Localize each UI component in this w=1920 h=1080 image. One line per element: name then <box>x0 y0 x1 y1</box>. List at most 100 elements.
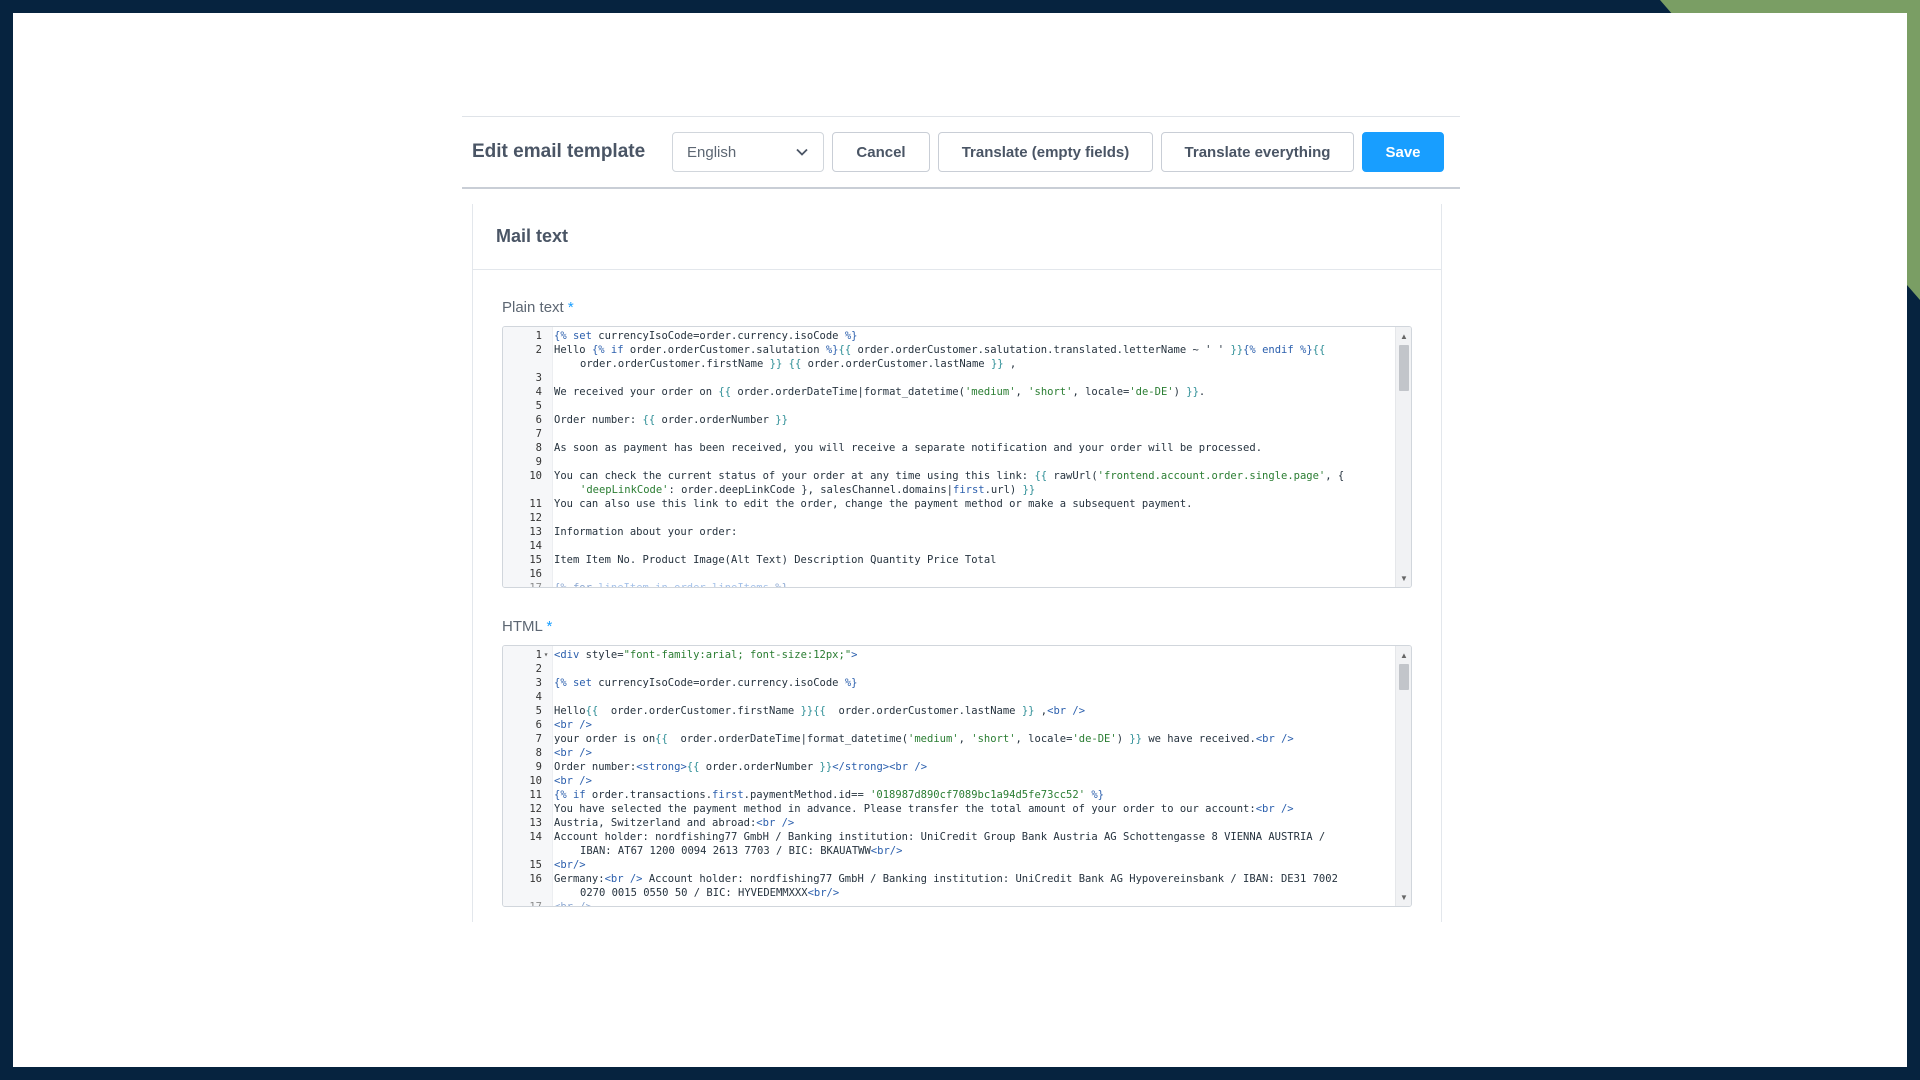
line-text[interactable]: You can also use this link to edit the o… <box>550 497 1393 511</box>
plain-text-code[interactable]: 1 {% set currencyIsoCode=order.currency.i… <box>503 329 1393 587</box>
code-line[interactable]: 5 <box>503 399 1393 413</box>
code-line[interactable]: 13 Information about your order: <box>503 525 1393 539</box>
code-token: order.orderCustomer.lastName <box>825 705 1022 717</box>
code-line[interactable]: 17 <br /> <box>503 900 1393 906</box>
code-line[interactable]: 9 Order number:<strong>{{ order.orderNumb… <box>503 760 1393 774</box>
code-line[interactable]: 2 Hello {% if order.orderCustomer.salutat… <box>503 343 1393 357</box>
code-line[interactable]: 5 Hello{{ order.orderCustomer.firstName }… <box>503 704 1393 718</box>
line-text[interactable]: 0270 0015 0550 50 / BIC: HYVEDEMMXXX<br/… <box>550 886 1393 900</box>
line-text[interactable]: Germany:<br /> Account holder: nordfishi… <box>550 872 1393 886</box>
code-line[interactable]: 16 <box>503 567 1393 581</box>
code-token: <div <box>554 649 580 661</box>
line-text[interactable] <box>550 662 1393 676</box>
line-text[interactable]: <br /> <box>550 900 1393 906</box>
code-line[interactable]: 0270 0015 0550 50 / BIC: HYVEDEMMXXX<br/… <box>503 886 1393 900</box>
plain-text-editor[interactable]: 1 {% set currencyIsoCode=order.currency.i… <box>502 326 1412 588</box>
code-line[interactable]: 16 Germany:<br /> Account holder: nordfis… <box>503 872 1393 886</box>
code-line[interactable]: 1 {% set currencyIsoCode=order.currency.i… <box>503 329 1393 343</box>
line-text[interactable]: Order number: {{ order.orderNumber }} <box>550 413 1393 427</box>
translate-empty-fields-button[interactable]: Translate (empty fields) <box>938 132 1153 172</box>
code-line[interactable]: 12 <box>503 511 1393 525</box>
scrollbar-thumb[interactable] <box>1399 345 1409 391</box>
html-scrollbar[interactable]: ▲ ▼ <box>1395 646 1411 906</box>
code-line[interactable]: 8 <br /> <box>503 746 1393 760</box>
line-text[interactable]: You can check the current status of your… <box>550 469 1393 483</box>
code-line[interactable]: 6 Order number: {{ order.orderNumber }} <box>503 413 1393 427</box>
code-line[interactable]: IBAN: AT67 1200 0094 2613 7703 / BIC: BK… <box>503 844 1393 858</box>
line-text[interactable]: Account holder: nordfishing77 GmbH / Ban… <box>550 830 1393 844</box>
code-line[interactable]: 10 <br /> <box>503 774 1393 788</box>
code-line[interactable]: 3 {% set currencyIsoCode=order.currency.i… <box>503 676 1393 690</box>
code-line[interactable]: 1 ▾ <div style="font-family:arial; font-si… <box>503 648 1393 662</box>
line-text[interactable] <box>550 455 1393 469</box>
code-line[interactable]: 13 Austria, Switzerland and abroad:<br /> <box>503 816 1393 830</box>
line-text[interactable]: your order is on{{ order.orderDateTime|f… <box>550 732 1393 746</box>
code-token: }} <box>819 761 833 773</box>
code-line[interactable]: 15 <br/> <box>503 858 1393 872</box>
html-code[interactable]: 1 ▾ <div style="font-family:arial; font-si… <box>503 648 1393 906</box>
code-line[interactable]: 'deepLinkCode': order.deepLinkCode }, sa… <box>503 483 1393 497</box>
line-text[interactable] <box>550 371 1393 385</box>
line-text[interactable]: {% set currencyIsoCode=order.currency.is… <box>550 676 1393 690</box>
fold-caret-icon[interactable]: ▾ <box>542 648 550 662</box>
line-text[interactable]: 'deepLinkCode': order.deepLinkCode }, sa… <box>550 483 1393 497</box>
arrow-up-icon[interactable]: ▲ <box>1396 648 1411 662</box>
arrow-down-icon[interactable]: ▼ <box>1396 890 1411 904</box>
line-text[interactable] <box>550 427 1393 441</box>
line-text[interactable]: order.orderCustomer.firstName }} {{ orde… <box>550 357 1393 371</box>
line-text[interactable]: {% set currencyIsoCode=order.currency.is… <box>550 329 1393 343</box>
line-text[interactable]: <div style="font-family:arial; font-size… <box>550 648 1393 662</box>
line-text[interactable]: <br /> <box>550 774 1393 788</box>
code-token: rawUrl( <box>1047 470 1098 482</box>
scrollbar-thumb[interactable] <box>1399 664 1409 690</box>
code-line[interactable]: 7 your order is on{{ order.orderDateTime|… <box>503 732 1393 746</box>
line-text[interactable] <box>550 511 1393 525</box>
line-text[interactable]: Information about your order: <box>550 525 1393 539</box>
line-text[interactable] <box>550 399 1393 413</box>
line-text[interactable] <box>550 567 1393 581</box>
code-line[interactable]: 14 Account holder: nordfishing77 GmbH / B… <box>503 830 1393 844</box>
code-line[interactable]: 14 <box>503 539 1393 553</box>
line-text[interactable]: Austria, Switzerland and abroad:<br /> <box>550 816 1393 830</box>
code-line[interactable]: 12 You have selected the payment method i… <box>503 802 1393 816</box>
cancel-button[interactable]: Cancel <box>832 132 930 172</box>
line-text[interactable]: <br /> <box>550 746 1393 760</box>
code-line[interactable]: 11 You can also use this link to edit the… <box>503 497 1393 511</box>
line-number: 12 <box>529 803 542 815</box>
code-line[interactable]: 9 <box>503 455 1393 469</box>
code-line[interactable]: 3 <box>503 371 1393 385</box>
line-text[interactable]: Order number:<strong>{{ order.orderNumbe… <box>550 760 1393 774</box>
line-text[interactable]: IBAN: AT67 1200 0094 2613 7703 / BIC: BK… <box>550 844 1393 858</box>
html-editor[interactable]: 1 ▾ <div style="font-family:arial; font-si… <box>502 645 1412 907</box>
plain-text-scrollbar[interactable]: ▲ ▼ <box>1395 327 1411 587</box>
language-select[interactable]: English <box>672 132 824 172</box>
code-line[interactable]: 17 {% for lineItem in order.lineItems %} <box>503 581 1393 587</box>
line-text[interactable]: You have selected the payment method in … <box>550 802 1393 816</box>
code-line[interactable]: 6 <br /> <box>503 718 1393 732</box>
translate-everything-button[interactable]: Translate everything <box>1161 132 1354 172</box>
line-text[interactable]: {% for lineItem in order.lineItems %} <box>550 581 1393 587</box>
arrow-up-icon[interactable]: ▲ <box>1396 329 1411 343</box>
code-line[interactable]: 8 As soon as payment has been received, y… <box>503 441 1393 455</box>
code-line[interactable]: 11 {% if order.transactions.first.payment… <box>503 788 1393 802</box>
line-text[interactable]: <br /> <box>550 718 1393 732</box>
code-line[interactable]: 10 You can check the current status of yo… <box>503 469 1393 483</box>
code-line[interactable]: order.orderCustomer.firstName }} {{ orde… <box>503 357 1393 371</box>
line-text[interactable]: {% if order.transactions.first.paymentMe… <box>550 788 1393 802</box>
line-text[interactable] <box>550 690 1393 704</box>
code-line[interactable]: 2 <box>503 662 1393 676</box>
line-text[interactable]: <br/> <box>550 858 1393 872</box>
code-line[interactable]: 15 Item Item No. Product Image(Alt Text) … <box>503 553 1393 567</box>
arrow-down-icon[interactable]: ▼ <box>1396 571 1411 585</box>
code-line[interactable]: 4 We received your order on {{ order.orde… <box>503 385 1393 399</box>
code-line[interactable]: 4 <box>503 690 1393 704</box>
line-text[interactable]: Hello {% if order.orderCustomer.salutati… <box>550 343 1393 357</box>
line-text[interactable]: As soon as payment has been received, yo… <box>550 441 1393 455</box>
line-text[interactable]: Hello{{ order.orderCustomer.firstName }}… <box>550 704 1393 718</box>
code-line[interactable]: 7 <box>503 427 1393 441</box>
line-text[interactable] <box>550 539 1393 553</box>
line-text[interactable]: Item Item No. Product Image(Alt Text) De… <box>550 553 1393 567</box>
save-button[interactable]: Save <box>1362 132 1444 172</box>
line-text[interactable]: We received your order on {{ order.order… <box>550 385 1393 399</box>
